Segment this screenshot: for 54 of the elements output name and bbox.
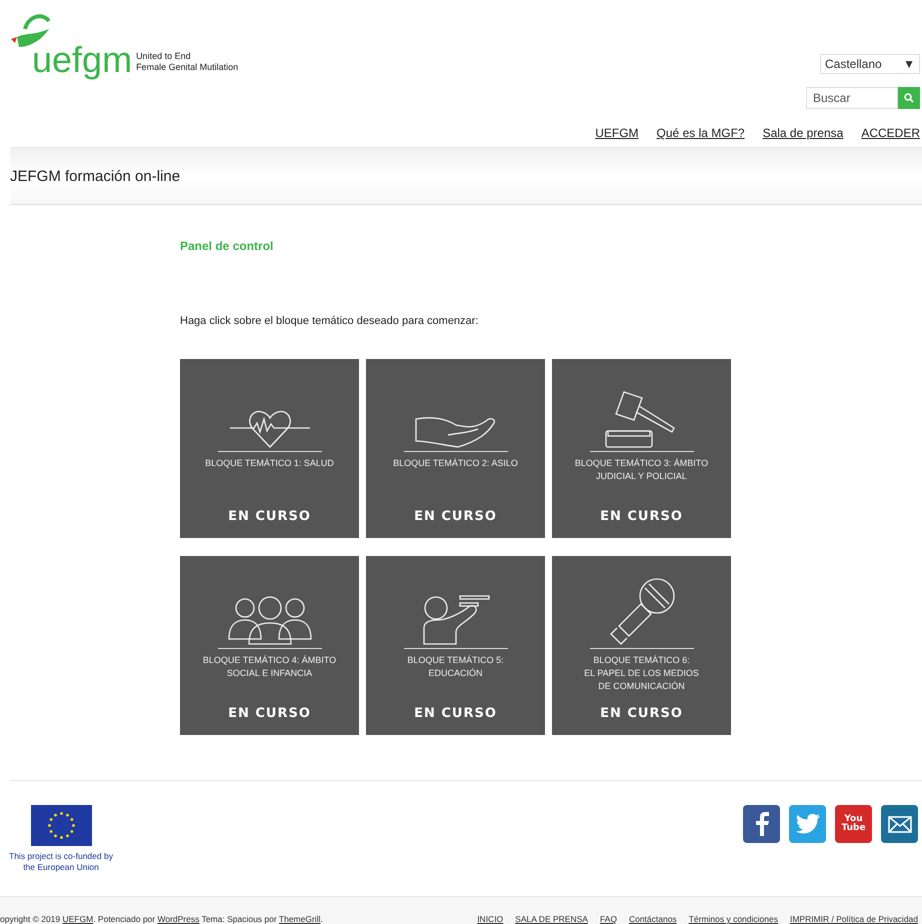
footer-link[interactable]: Términos y condiciones	[688, 914, 778, 924]
module-tile[interactable]: BLOQUE TEMÁTICO 1: SALUD EN CURSO	[180, 359, 359, 538]
page-title: JEFGM formación on-line	[10, 168, 180, 184]
module-status: EN CURSO	[228, 706, 311, 721]
nav-link[interactable]: ACCEDER	[861, 126, 920, 140]
footer-credit-link[interactable]: ThemeGrill	[278, 914, 320, 924]
module-title: BLOQUE TEMÁTICO 5: EDUCACIÓN	[407, 654, 504, 680]
nav-link[interactable]: Sala de prensa	[762, 126, 844, 140]
teacher-icon	[422, 594, 490, 646]
email-button[interactable]	[881, 805, 918, 843]
twitter-button[interactable]	[789, 805, 826, 843]
nav-link[interactable]: Qué es la MGF?	[656, 126, 745, 140]
module-status: EN CURSO	[600, 509, 683, 524]
footer-credit-link[interactable]: WordPress	[157, 914, 200, 924]
search-button[interactable]	[898, 87, 920, 109]
module-title: BLOQUE TEMÁTICO 4: ÁMBITO SOCIAL E INFANCIA	[202, 654, 336, 680]
footer-link[interactable]: IMPRIMIR / Política de Privacidad	[790, 914, 918, 924]
footer-link[interactable]: Contáctanos	[628, 914, 677, 924]
facebook-button[interactable]	[743, 805, 780, 843]
logo-tagline: United to End Female Genital Mutilation	[136, 51, 238, 74]
hand-icon	[414, 415, 498, 449]
module-status: EN CURSO	[600, 706, 683, 721]
module-tile[interactable]: BLOQUE TEMÁTICO 2: ASILO EN CURSO	[366, 359, 545, 538]
facebook-icon	[754, 812, 768, 836]
instruction-text: Haga click sobre el bloque temático deseado para comenzar:	[180, 315, 480, 327]
envelope-icon	[888, 816, 912, 832]
footer-link[interactable]: FAQ	[600, 914, 617, 924]
module-title: BLOQUE TEMÁTICO 3: ÁMBITO JUDICIAL Y POLICIAL	[574, 457, 708, 483]
module-status: EN CURSO	[414, 706, 497, 721]
panel-heading: Panel de control	[180, 239, 274, 253]
footer-credit-link[interactable]: UEFGM	[62, 914, 94, 924]
eu-flag-icon	[30, 805, 92, 846]
eu-funding-note: This project is co-funded by the European Union	[8, 851, 114, 874]
module-tile[interactable]: BLOQUE TEMÁTICO 5: EDUCACIÓN EN CURSO	[366, 556, 545, 735]
search-field[interactable]: Buscar	[806, 87, 898, 109]
footer-link[interactable]: SALA DE PRENSA	[515, 914, 588, 924]
module-tile[interactable]: BLOQUE TEMÁTICO 4: ÁMBITO SOCIAL E INFANCIA EN CURSO	[180, 556, 359, 735]
logo-wordmark: uefgm	[32, 42, 132, 78]
copyright-text: opyright © 2019 UEFGM. Potenciado por WordPress Tema: Spacious por ThemeGrill.	[0, 914, 323, 924]
module-title: BLOQUE TEMÁTICO 2: ASILO	[393, 457, 518, 470]
module-status: EN CURSO	[228, 509, 311, 524]
people-icon	[226, 596, 312, 646]
module-tile[interactable]: BLOQUE TEMÁTICO 6: EL PAPEL DE LOS MEDIOS DE COMUNICACIÓN EN CURSO	[552, 556, 731, 735]
youtube-button[interactable]: You Tube	[835, 805, 872, 843]
language-select[interactable]: Castellano ▼	[820, 54, 920, 74]
bird-icon	[796, 814, 820, 834]
module-tile[interactable]: BLOQUE TEMÁTICO 3: ÁMBITO JUDICIAL Y POLICIAL EN CURSO	[552, 359, 731, 538]
footer-link[interactable]: INICIO	[477, 914, 504, 924]
search-icon	[904, 93, 914, 103]
module-title: BLOQUE TEMÁTICO 1: SALUD	[205, 457, 334, 470]
nav-link[interactable]: UEFGM	[595, 126, 639, 140]
logo-icon	[10, 12, 50, 48]
module-status: EN CURSO	[414, 509, 497, 524]
module-title: BLOQUE TEMÁTICO 6: EL PAPEL DE LOS MEDIOS DE COMUNICACIÓN	[584, 654, 699, 693]
